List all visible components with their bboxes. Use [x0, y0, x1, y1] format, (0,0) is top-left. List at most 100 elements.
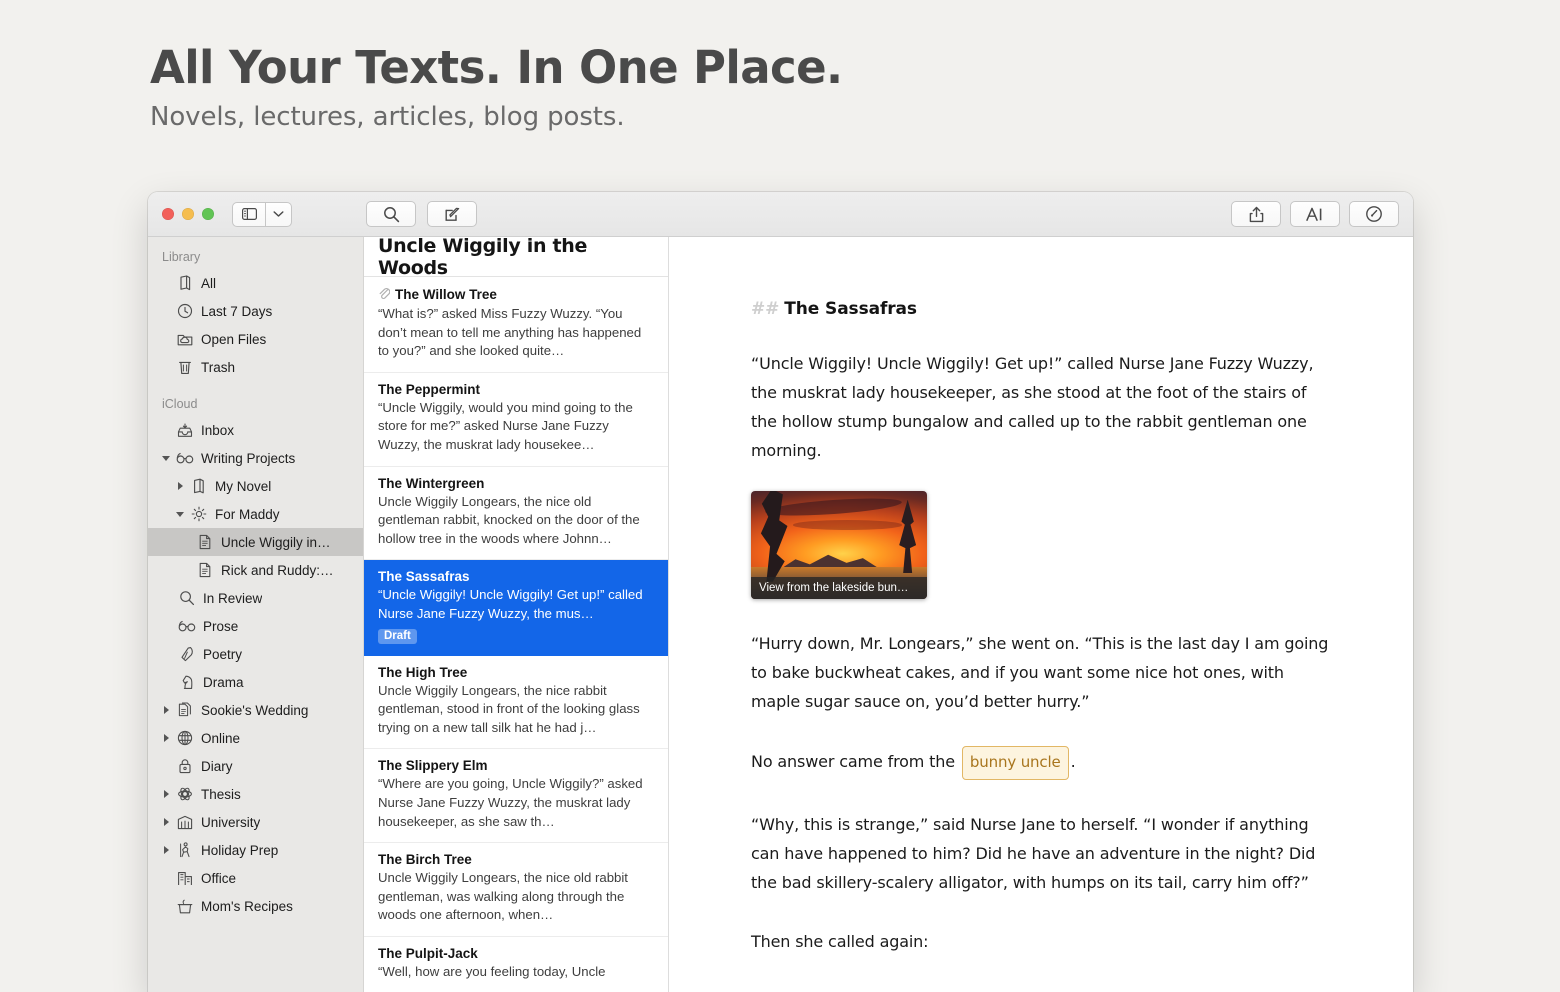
disclosure-twisty[interactable] [158, 734, 174, 742]
document-icon [194, 534, 216, 550]
note-list-header: Uncle Wiggily in the Woods [364, 237, 668, 279]
sidebar-item-writing-projects[interactable]: Writing Projects [148, 444, 363, 472]
disclosure-twisty[interactable] [158, 818, 174, 826]
search-icon [383, 206, 399, 222]
disclosure-twisty[interactable] [172, 511, 188, 517]
sidebar-item-holiday-prep[interactable]: Holiday Prep [148, 836, 363, 864]
chevron-down-icon [273, 211, 284, 217]
document-body[interactable]: ## The Sassafras “Uncle Wiggily! Uncle Wi… [751, 237, 1331, 956]
inline-tag-chip[interactable]: bunny uncle [961, 746, 1069, 780]
sidebar-item-all[interactable]: All [148, 269, 363, 297]
zoom-button[interactable] [202, 208, 214, 220]
sidebar-item-last-7-days[interactable]: Last 7 Days [148, 297, 363, 325]
note-list-item[interactable]: The Slippery Elm “Where are you going, U… [364, 749, 668, 844]
pen-nib-icon [176, 646, 198, 662]
sidebar-item-open-files[interactable]: Open Files [148, 325, 363, 353]
sidebar-icloud-items: Inbox Writing Projects My Novel For Madd… [148, 416, 363, 920]
sun-icon [188, 506, 210, 522]
sidebar-item-label: My Novel [215, 478, 272, 494]
sidebar-item-for-maddy[interactable]: For Maddy [148, 500, 363, 528]
disclosure-twisty[interactable] [172, 482, 188, 490]
disclosure-twisty[interactable] [158, 706, 174, 714]
sidebar-item-label: Trash [201, 359, 236, 375]
promo-header: All Your Texts. In One Place. Novels, le… [150, 41, 843, 131]
window-titlebar [148, 192, 1413, 237]
heading-text: The Sassafras [784, 299, 917, 319]
document-heading: ## The Sassafras [751, 299, 1331, 319]
note-list-scroll[interactable]: The Willow Tree “What is?” asked Miss Fu… [364, 277, 668, 992]
sidebar-options-button[interactable] [266, 201, 292, 227]
sidebar-item-online[interactable]: Online [148, 724, 363, 752]
note-preview: “What is?” asked Miss Fuzzy Wuzzy. “You … [378, 306, 642, 359]
sidebar-item-uncle-wiggily[interactable]: Uncle Wiggily in… [148, 528, 363, 556]
sidebar-item-rick-and-ruddy[interactable]: Rick and Ruddy:… [148, 556, 363, 584]
sidebar-item-trash[interactable]: Trash [148, 353, 363, 381]
sidebar-item-label: For Maddy [215, 506, 280, 522]
inline-image-thumbnail[interactable]: View from the lakeside bun… [751, 491, 927, 599]
sidebar-item-prose[interactable]: Prose [148, 612, 363, 640]
compose-button[interactable] [427, 201, 477, 227]
status-badge: Draft [378, 628, 417, 644]
note-list-item[interactable]: The High Tree Uncle Wiggily Longears, th… [364, 656, 668, 750]
close-button[interactable] [162, 208, 174, 220]
sidebar[interactable]: Library All Last 7 Days Open Files Trash… [148, 237, 364, 992]
note-list-item[interactable]: The Willow Tree “What is?” asked Miss Fu… [364, 277, 668, 373]
sidebar-item-label: Online [201, 730, 241, 746]
sidebar-section-icloud: iCloud [162, 397, 198, 411]
sidebar-item-my-novel[interactable]: My Novel [148, 472, 363, 500]
sidebar-item-inbox[interactable]: Inbox [148, 416, 363, 444]
disclosure-twisty[interactable] [158, 846, 174, 854]
sidebar-item-sookies-wedding[interactable]: Sookie's Wedding [148, 696, 363, 724]
note-list-item[interactable]: The Wintergreen Uncle Wiggily Longears, … [364, 467, 668, 561]
sidebar-item-poetry[interactable]: Poetry [148, 640, 363, 668]
disclosure-twisty[interactable] [158, 455, 174, 461]
note-list-item-selected[interactable]: The Sassafras “Uncle Wiggily! Uncle Wigg… [364, 560, 668, 656]
share-button[interactable] [1231, 201, 1281, 227]
paragraph-2: “Hurry down, Mr. Longears,” she went on.… [751, 634, 1329, 711]
disclosure-twisty[interactable] [158, 790, 174, 798]
sidebar-toggle-button[interactable] [232, 201, 266, 227]
note-title-row: The Sassafras [378, 569, 654, 584]
window-body: Library All Last 7 Days Open Files Trash… [148, 237, 1413, 992]
sidebar-item-diary[interactable]: Diary [148, 752, 363, 780]
app-window: Library All Last 7 Days Open Files Trash… [148, 192, 1413, 992]
sidebar-item-drama[interactable]: Drama [148, 668, 363, 696]
note-title-row: The High Tree [378, 665, 654, 680]
note-title: The Pulpit-Jack [378, 945, 478, 961]
sidebar-item-university[interactable]: University [148, 808, 363, 836]
info-button[interactable] [1349, 201, 1399, 227]
note-title-row: The Birch Tree [378, 852, 654, 867]
sidebar-item-in-review[interactable]: In Review [148, 584, 363, 612]
chess-knight-icon [176, 674, 198, 690]
toolbar-center-group [366, 201, 477, 227]
markdown-hash-marker: ## [751, 299, 780, 319]
sidebar-item-label: Diary [201, 758, 233, 774]
note-list-item[interactable]: The Birch Tree Uncle Wiggily Longears, t… [364, 843, 668, 937]
format-button[interactable] [1290, 201, 1340, 227]
editor-pane[interactable]: ## The Sassafras “Uncle Wiggily! Uncle Wi… [669, 237, 1413, 992]
note-preview: “Where are you going, Uncle Wiggily?” as… [378, 776, 643, 829]
paragraph-1: “Uncle Wiggily! Uncle Wiggily! Get up!” … [751, 354, 1314, 460]
note-title: The Peppermint [378, 381, 481, 397]
search-button[interactable] [366, 201, 416, 227]
lock-icon [174, 758, 196, 774]
image-cloud [793, 520, 903, 530]
note-list[interactable]: Uncle Wiggily in the Woods The Willow Tr… [364, 237, 669, 992]
glasses-icon [174, 452, 196, 464]
sidebar-item-office[interactable]: Office [148, 864, 363, 892]
sidebar-item-moms-recipes[interactable]: Mom's Recipes [148, 892, 363, 920]
sidebar-item-label: University [201, 814, 261, 830]
sidebar-item-label: Sookie's Wedding [201, 702, 309, 718]
note-title: The Willow Tree [395, 287, 497, 302]
paragraph-5: Then she called again: [751, 932, 929, 951]
sidebar-item-thesis[interactable]: Thesis [148, 780, 363, 808]
note-preview: Uncle Wiggily Longears, the nice rabbit … [378, 682, 640, 735]
sidebar-item-label: Poetry [203, 646, 243, 662]
magnifier-icon [176, 590, 198, 606]
note-title-row: The Wintergreen [378, 476, 654, 491]
promo-title: All Your Texts. In One Place. [150, 41, 843, 94]
note-list-item[interactable]: The Pulpit-Jack “Well, how are you feeli… [364, 937, 668, 992]
minimize-button[interactable] [182, 208, 194, 220]
note-list-item[interactable]: The Peppermint “Uncle Wiggily, would you… [364, 373, 668, 467]
book-icon [188, 478, 210, 494]
